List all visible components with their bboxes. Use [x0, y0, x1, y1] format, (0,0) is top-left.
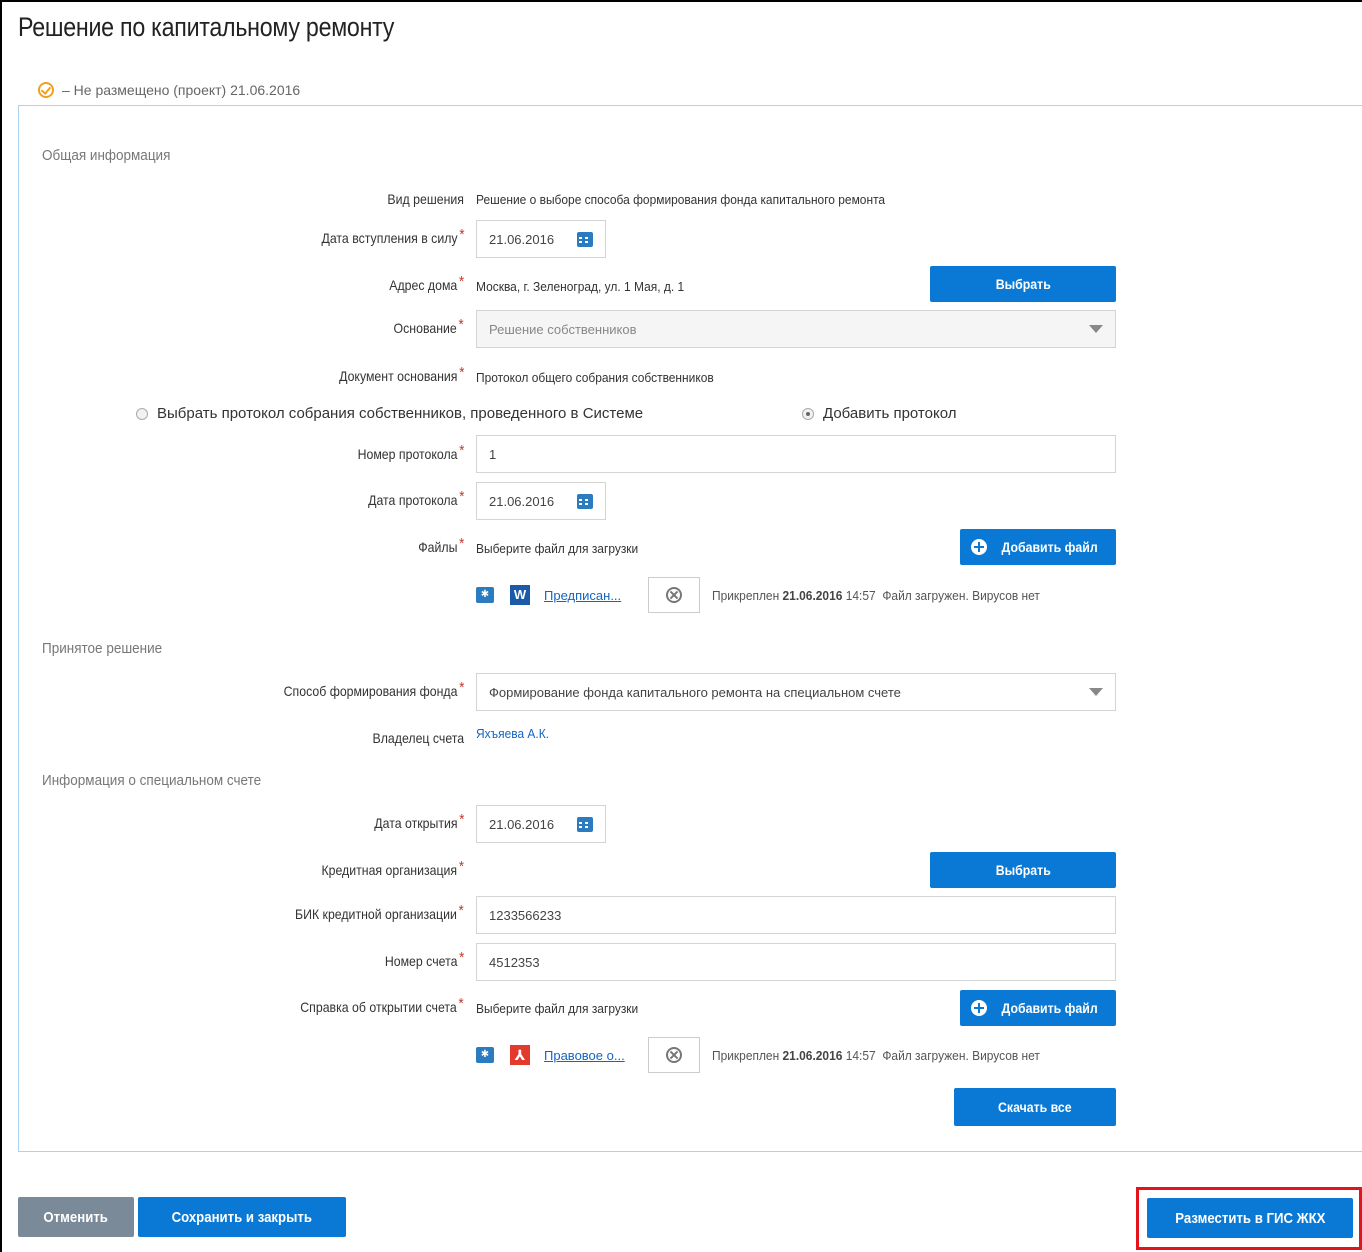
bik-input[interactable]: 1233566233 — [476, 896, 1116, 934]
plus-circle-icon — [971, 1000, 988, 1016]
plus-circle-icon — [971, 539, 988, 555]
section-general-title: Общая информация — [42, 147, 171, 164]
file-row: ✱ W Предписан... Прикреплен 21.06.2016 1… — [476, 577, 1068, 613]
protocol-date-label: Дата протокола * — [367, 488, 464, 508]
decision-type-value: Решение о выборе способа формирования фо… — [476, 192, 886, 207]
file-link[interactable]: Предписан... — [544, 588, 632, 603]
basis-document-value: Протокол общего собрания собственников — [476, 370, 714, 385]
effective-date-input[interactable]: 21.06.2016 — [476, 220, 606, 258]
decision-type-label: Вид решения — [387, 191, 464, 207]
section-special-account-title: Информация о специальном счете — [42, 772, 262, 789]
house-address-value: Москва, г. Зеленоград, ул. 1 Мая, д. 1 — [476, 279, 685, 294]
cancel-button[interactable]: Отменить — [18, 1197, 134, 1237]
section-decision-title: Принятое решение — [42, 640, 163, 657]
calendar-icon[interactable] — [577, 493, 593, 509]
chevron-down-icon — [1089, 688, 1103, 696]
fund-method-label: Способ формирования фонда * — [283, 679, 464, 699]
remove-file-button[interactable] — [648, 577, 700, 613]
protocol-date-input[interactable]: 21.06.2016 — [476, 482, 606, 520]
bik-label: БИК кредитной организации * — [295, 902, 464, 922]
effective-date-label: Дата вступления в силу * — [321, 226, 464, 246]
remove-file-button[interactable] — [648, 1037, 700, 1073]
select-credit-org-button[interactable]: Выбрать — [930, 852, 1116, 888]
page-title: Решение по капитальному ремонту — [18, 12, 395, 42]
add-file-button[interactable]: Добавить файл — [960, 529, 1116, 565]
download-all-button[interactable]: Скачать все — [954, 1088, 1116, 1126]
status-line: – Не размещено (проект) 21.06.2016 — [38, 82, 300, 98]
account-owner-link[interactable]: Яхъяева А.К. — [476, 726, 549, 741]
signature-icon[interactable]: ✱ — [476, 587, 494, 603]
calendar-icon[interactable] — [577, 816, 593, 832]
radio-select-protocol[interactable]: Выбрать протокол собрания собственников,… — [136, 405, 643, 422]
word-file-icon: W — [510, 585, 530, 605]
add-certificate-file-button[interactable]: Добавить файл — [960, 990, 1116, 1026]
chevron-down-icon — [1089, 325, 1103, 333]
account-number-input[interactable]: 4512353 — [476, 943, 1116, 981]
close-circle-icon — [666, 1047, 682, 1063]
certificate-file-row: ✱ ⅄ Правовое о... Прикреплен 21.06.2016 … — [476, 1037, 1068, 1073]
publish-button-highlight: Разместить в ГИС ЖКХ — [1136, 1187, 1362, 1250]
file-attached-info: Прикреплен 21.06.2016 14:57 Файл загруже… — [712, 1047, 1040, 1063]
account-certificate-label: Справка об открытии счета * — [300, 995, 464, 1015]
protocol-number-label: Номер протокола * — [357, 442, 464, 462]
calendar-icon[interactable] — [577, 231, 593, 247]
basis-label: Основание * — [393, 316, 464, 336]
account-owner-label: Владелец счета — [372, 730, 464, 746]
open-date-label: Дата открытия * — [373, 811, 464, 831]
credit-org-label: Кредитная организация * — [321, 858, 464, 878]
files-placeholder: Выберите файл для загрузки — [476, 541, 639, 556]
close-circle-icon — [666, 587, 682, 603]
basis-select[interactable]: Решение собственников — [476, 310, 1116, 348]
basis-document-label: Документ основания * — [338, 364, 464, 384]
form-panel — [18, 105, 1362, 1152]
radio-button[interactable] — [136, 407, 148, 420]
fund-method-select[interactable]: Формирование фонда капитального ремонта … — [476, 673, 1116, 711]
pdf-file-icon: ⅄ — [510, 1045, 530, 1065]
protocol-number-input[interactable]: 1 — [476, 435, 1116, 473]
open-date-input[interactable]: 21.06.2016 — [476, 805, 606, 843]
status-text: – Не размещено (проект) 21.06.2016 — [62, 82, 301, 98]
check-circle-icon — [38, 82, 54, 98]
select-address-button[interactable]: Выбрать — [930, 266, 1116, 302]
publish-button[interactable]: Разместить в ГИС ЖКХ — [1147, 1198, 1353, 1238]
save-and-close-button[interactable]: Сохранить и закрыть — [138, 1197, 346, 1237]
signature-icon[interactable]: ✱ — [476, 1047, 494, 1063]
account-certificate-placeholder: Выберите файл для загрузки — [476, 1001, 639, 1016]
radio-button-checked[interactable] — [802, 407, 814, 420]
files-label: Файлы * — [417, 535, 464, 555]
file-link[interactable]: Правовое о... — [544, 1048, 632, 1063]
house-address-label: Адрес дома * — [389, 273, 464, 293]
radio-add-protocol[interactable]: Добавить протокол — [802, 405, 956, 422]
account-number-label: Номер счета * — [384, 949, 464, 969]
file-attached-info: Прикреплен 21.06.2016 14:57 Файл загруже… — [712, 587, 1040, 603]
